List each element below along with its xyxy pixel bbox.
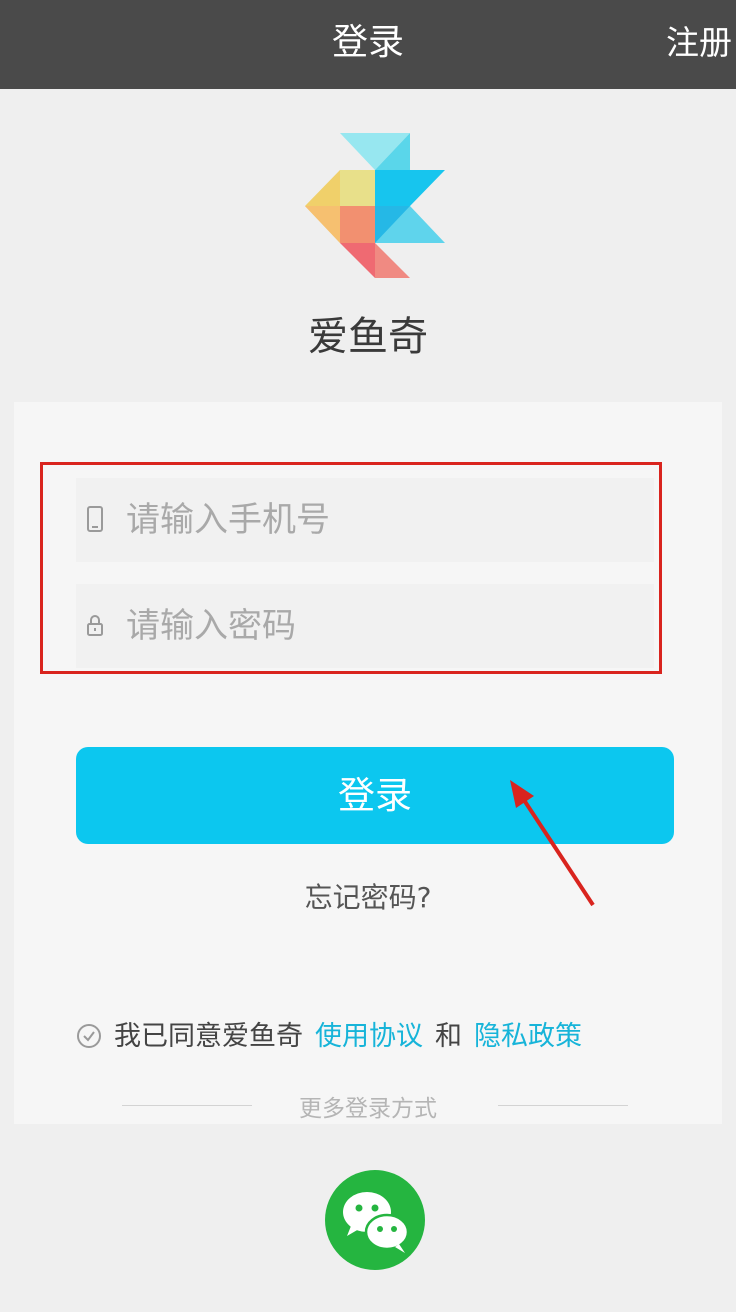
agreement-row: 我已同意爱鱼奇 使用协议和隐私政策 [76,1015,582,1059]
phone-input[interactable]: 请输入手机号 [76,478,654,562]
register-button[interactable]: 注册 [666,0,732,89]
password-placeholder: 请输入密码 [126,606,296,646]
check-circle-icon[interactable] [76,1023,102,1049]
divider-right [498,1105,628,1106]
terms-link[interactable]: 使用协议 [315,1021,423,1052]
privacy-link[interactable]: 隐私政策 [474,1021,582,1052]
app-name: 爱鱼奇 [308,314,428,360]
password-input[interactable]: 请输入密码 [76,584,654,668]
lock-icon [87,615,103,636]
phone-placeholder: 请输入手机号 [126,500,330,540]
agreement-conjunction: 和 [435,1021,462,1052]
top-bar: 登录 注册 [0,0,736,89]
wechat-icon [343,1192,410,1253]
more-login-label: 更多登录方式 [299,1096,437,1122]
login-button[interactable]: 登录 [76,747,674,844]
phone-icon [87,506,103,532]
page-title: 登录 [331,22,404,63]
forgot-password-link[interactable]: 忘记密码? [0,876,736,916]
app-logo [305,133,445,278]
agreement-text: 我已同意爱鱼奇 [114,1021,303,1052]
wechat-login-button[interactable] [325,1170,425,1270]
